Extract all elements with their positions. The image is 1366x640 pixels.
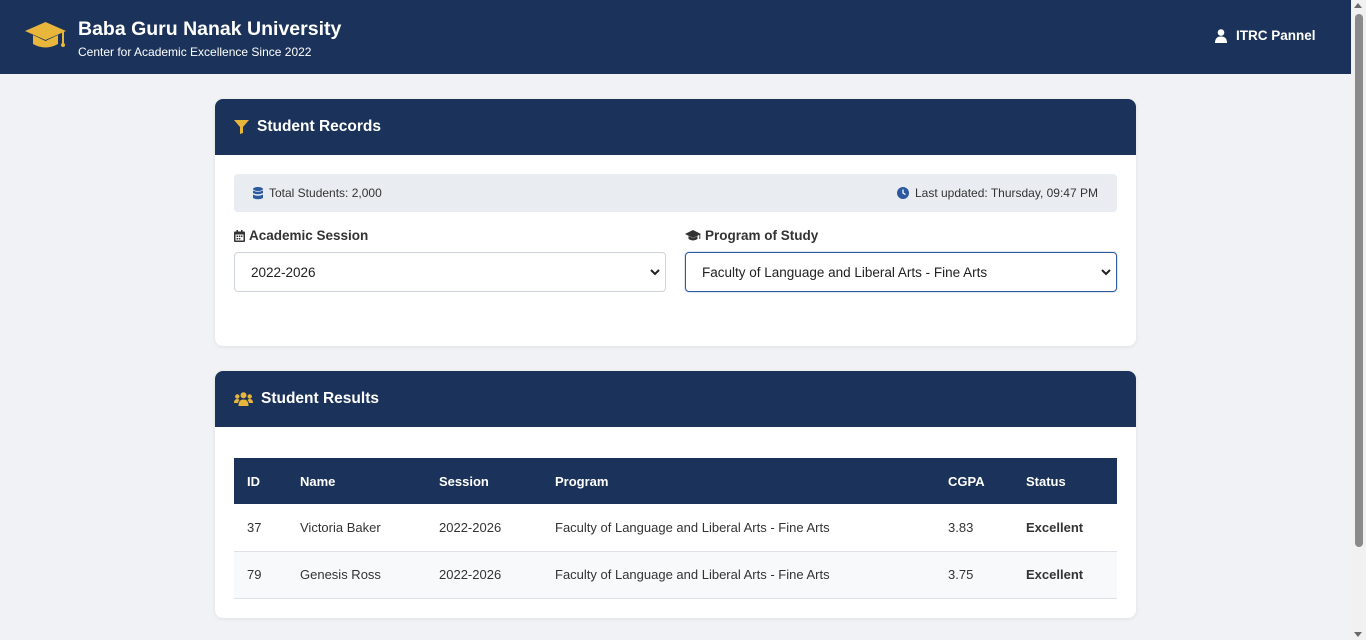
table-header-row: ID Name Session Program CGPA Status — [234, 458, 1117, 504]
student-records-title: Student Records — [257, 118, 382, 135]
records-info-bar: Total Students: 2,000 Last updated: Thur… — [234, 174, 1117, 212]
cell-program: Faculty of Language and Liberal Arts - F… — [542, 504, 935, 552]
database-icon — [253, 186, 263, 199]
clock-icon — [896, 187, 909, 199]
graduation-cap-icon — [25, 22, 66, 48]
academic-session-value: 2022-2026 — [251, 264, 316, 280]
cell-status: Excellent — [1013, 551, 1117, 599]
brand[interactable]: Baba Guru Nanak University Center for Ac… — [24, 18, 341, 60]
last-updated-text: Last updated: Thursday, 09:47 PM — [914, 186, 1098, 200]
table-row[interactable]: 79 Genesis Ross 2022-2026 Faculty of Lan… — [234, 551, 1117, 599]
top-navbar: Baba Guru Nanak University Center for Ac… — [0, 0, 1351, 74]
chevron-down-icon — [650, 269, 660, 276]
student-records-header: Student Records — [215, 99, 1136, 155]
program-of-study-label: Program of Study — [685, 227, 1117, 244]
cell-name: Genesis Ross — [287, 551, 426, 599]
last-updated: Last updated: Thursday, 09:47 PM — [896, 186, 1098, 200]
chevron-down-icon — [1101, 269, 1111, 276]
results-table: ID Name Session Program CGPA Status 37 V… — [234, 458, 1117, 599]
user-icon — [1215, 28, 1227, 43]
student-results-card: Student Results ID Name Session Program … — [215, 371, 1136, 618]
academic-session-label: Academic Session — [234, 227, 666, 244]
column-header-program[interactable]: Program — [542, 458, 935, 504]
academic-session-field: Academic Session 2022-2026 — [234, 227, 666, 292]
cell-id: 79 — [234, 551, 287, 599]
program-of-study-label-text: Program of Study — [705, 228, 819, 243]
column-header-session[interactable]: Session — [426, 458, 542, 504]
academic-session-label-text: Academic Session — [249, 228, 369, 243]
total-students: Total Students: 2,000 — [253, 186, 382, 200]
student-records-card: Student Records Total Students: 2,000 La… — [215, 99, 1136, 346]
cell-session: 2022-2026 — [426, 551, 542, 599]
program-of-study-value: Faculty of Language and Liberal Arts - F… — [702, 264, 988, 280]
brand-title: Baba Guru Nanak University — [78, 18, 342, 40]
column-header-status[interactable]: Status — [1013, 458, 1117, 504]
calendar-icon — [234, 229, 245, 242]
scroll-down-arrow-icon[interactable] — [1354, 632, 1362, 637]
cell-session: 2022-2026 — [426, 504, 542, 552]
cell-name: Victoria Baker — [287, 504, 426, 552]
academic-session-select[interactable]: 2022-2026 — [234, 252, 666, 292]
cell-cgpa: 3.75 — [935, 551, 1013, 599]
total-students-text: Total Students: 2,000 — [269, 186, 382, 200]
brand-text: Baba Guru Nanak University Center for Ac… — [78, 18, 341, 60]
filter-icon — [234, 120, 249, 134]
column-header-cgpa[interactable]: CGPA — [935, 458, 1013, 504]
scrollbar-thumb[interactable] — [1355, 14, 1363, 547]
table-row[interactable]: 37 Victoria Baker 2022-2026 Faculty of L… — [234, 504, 1117, 552]
cell-cgpa: 3.83 — [935, 504, 1013, 552]
column-header-id[interactable]: ID — [234, 458, 287, 504]
brand-subtitle: Center for Academic Excellence Since 202… — [78, 45, 312, 59]
cell-status: Excellent — [1013, 504, 1117, 552]
itrc-panel-link[interactable]: ITRC Pannel — [1215, 28, 1316, 43]
users-icon — [234, 392, 253, 406]
student-results-title: Student Results — [261, 390, 379, 407]
program-of-study-field: Program of Study Faculty of Language and… — [685, 227, 1117, 292]
graduation-cap-icon — [685, 229, 701, 240]
scroll-up-arrow-icon[interactable] — [1354, 3, 1362, 8]
program-of-study-select[interactable]: Faculty of Language and Liberal Arts - F… — [685, 252, 1117, 292]
panel-label: ITRC Pannel — [1236, 28, 1316, 43]
page-scrollbar[interactable] — [1351, 0, 1366, 640]
cell-id: 37 — [234, 504, 287, 552]
column-header-name[interactable]: Name — [287, 458, 426, 504]
student-results-header: Student Results — [215, 371, 1136, 427]
cell-program: Faculty of Language and Liberal Arts - F… — [542, 551, 935, 599]
